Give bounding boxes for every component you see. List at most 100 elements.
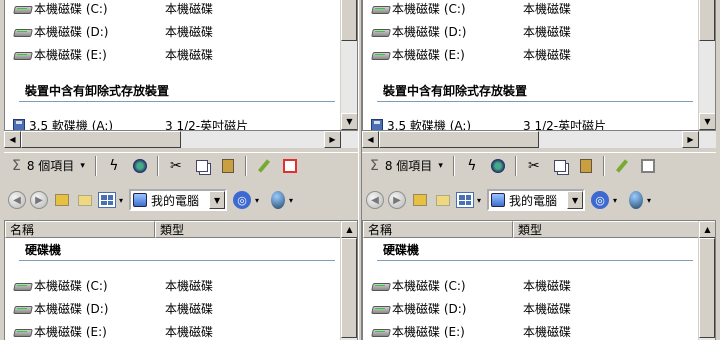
list-item[interactable]: 本機磁碟 (E:) 本機磁碟 (371, 322, 571, 340)
horizontal-scrollbar[interactable]: ◀ ▶ (362, 131, 716, 148)
hard-disk-icon (371, 326, 389, 337)
panel-icon (640, 158, 655, 173)
list-item[interactable]: 本機磁碟 (D:) 本機磁碟 (371, 22, 571, 40)
vertical-scrollbar[interactable]: ▼ (698, 0, 715, 130)
scroll-left-button[interactable]: ◀ (362, 131, 379, 148)
go-button[interactable]: ◎ (591, 191, 610, 209)
scroll-up-button[interactable]: ▲ (341, 221, 357, 238)
panel-toggle-button[interactable] (279, 155, 301, 177)
left-arrow-icon: ◀ (9, 135, 16, 144)
list-item[interactable]: 本機磁碟 (D:) 本機磁碟 (371, 299, 571, 317)
list-item[interactable]: 3.5 軟碟機 (A:) 3 1/2-英吋磁片 (13, 116, 248, 130)
item-count-button[interactable]: Σ 8 個項目 ▾ (364, 155, 449, 177)
chevron-down-icon[interactable]: ▾ (477, 196, 481, 205)
horizontal-scrollbar[interactable]: ◀ ▶ (4, 131, 358, 148)
address-dropdown-button[interactable]: ▼ (209, 191, 226, 209)
go-icon: ◎ (595, 193, 605, 207)
list-item[interactable]: 本機磁碟 (C:) 本機磁碟 (13, 276, 213, 294)
list-item[interactable]: 3.5 軟碟機 (A:) 3 1/2-英吋磁片 (371, 116, 606, 130)
back-arrow-icon: ◀ (13, 194, 21, 206)
scroll-down-button[interactable]: ▼ (699, 113, 715, 130)
floppy-drive-icon (13, 119, 25, 130)
scrollbar-thumb[interactable] (379, 131, 539, 148)
copy-button[interactable] (549, 155, 571, 177)
column-type[interactable]: 類型 (155, 221, 341, 238)
chevron-down-icon[interactable]: ▾ (647, 196, 651, 205)
explorer-pane-left: 本機磁碟 (C:) 本機磁碟 本機磁碟 (D:) 本機磁碟 本機磁碟 (E:) … (4, 0, 358, 340)
list-item[interactable]: 本機磁碟 (E:) 本機磁碟 (371, 45, 571, 63)
scroll-right-button[interactable]: ▶ (324, 131, 341, 148)
rename-button[interactable] (253, 155, 275, 177)
forward-button[interactable]: ▶ (388, 191, 406, 209)
list-item[interactable]: 本機磁碟 (D:) 本機磁碟 (13, 299, 213, 317)
back-button[interactable]: ◀ (8, 191, 26, 209)
scroll-left-button[interactable]: ◀ (4, 131, 21, 148)
scrollbar-thumb[interactable] (699, 0, 715, 41)
drive-list-bottom: 名稱 類型 硬碟機 本機磁碟 (C:) 本機磁碟 本機磁碟 (D:) 本機磁碟 … (4, 220, 358, 340)
column-type[interactable]: 類型 (513, 221, 699, 238)
go-button[interactable]: ◎ (233, 191, 252, 209)
group-heading-hard-disks: 硬碟機 (383, 243, 420, 257)
list-item[interactable]: 本機磁碟 (C:) 本機磁碟 (13, 0, 213, 17)
cut-button[interactable]: ✂ (165, 155, 187, 177)
hard-disk-icon (13, 303, 31, 314)
cut-button[interactable]: ✂ (523, 155, 545, 177)
scrollbar-thumb[interactable] (341, 0, 357, 41)
views-button[interactable] (98, 192, 116, 208)
forward-arrow-icon: ▶ (393, 194, 401, 206)
address-combo[interactable]: 我的電腦 ▼ (129, 189, 228, 211)
chevron-down-icon[interactable]: ▾ (255, 196, 259, 205)
sigma-icon: Σ (370, 157, 379, 174)
scroll-down-button[interactable]: ▼ (341, 113, 357, 130)
hard-disk-icon (13, 49, 31, 60)
list-item[interactable]: 本機磁碟 (D:) 本機磁碟 (13, 22, 213, 40)
address-combo[interactable]: 我的電腦 ▼ (487, 189, 586, 211)
list-item[interactable]: 本機磁碟 (C:) 本機磁碟 (371, 276, 571, 294)
scrollbar-thumb[interactable] (699, 238, 715, 338)
list-item[interactable]: 本機磁碟 (E:) 本機磁碟 (13, 322, 213, 340)
folders-button[interactable] (75, 190, 95, 210)
chevron-down-icon[interactable]: ▾ (289, 196, 293, 205)
back-button[interactable]: ◀ (366, 191, 384, 209)
chevron-down-icon: ▼ (571, 195, 579, 205)
down-arrow-icon: ▼ (704, 117, 711, 126)
properties-button[interactable] (487, 155, 509, 177)
scrollbar-thumb[interactable] (21, 131, 181, 148)
group-heading-hard-disks: 硬碟機 (25, 243, 62, 257)
vertical-scrollbar[interactable]: ▼ (340, 0, 357, 130)
paste-button[interactable] (575, 155, 597, 177)
copy-button[interactable] (191, 155, 213, 177)
scrollbar-thumb[interactable] (341, 238, 357, 338)
vertical-scrollbar[interactable]: ▲ (340, 221, 357, 340)
address-dropdown-button[interactable]: ▼ (567, 191, 584, 209)
forward-button[interactable]: ▶ (30, 191, 48, 209)
hard-disk-icon (13, 3, 31, 14)
folder-up-icon (413, 194, 427, 206)
properties-icon (132, 158, 147, 173)
user-icon[interactable] (271, 191, 286, 209)
chevron-down-icon[interactable]: ▾ (613, 196, 617, 205)
right-arrow-icon: ▶ (687, 135, 694, 144)
go-icon: ◎ (237, 193, 247, 207)
refresh-button[interactable]: ϟ (103, 155, 125, 177)
folders-button[interactable] (433, 190, 453, 210)
list-item[interactable]: 本機磁碟 (C:) 本機磁碟 (371, 0, 571, 17)
up-folder-button[interactable] (410, 190, 430, 210)
column-name[interactable]: 名稱 (363, 221, 513, 238)
panel-toggle-button[interactable] (637, 155, 659, 177)
rename-button[interactable] (611, 155, 633, 177)
views-button[interactable] (456, 192, 474, 208)
refresh-button[interactable]: ϟ (461, 155, 483, 177)
properties-button[interactable] (129, 155, 151, 177)
item-count-button[interactable]: Σ 8 個項目 ▾ (6, 155, 91, 177)
column-name[interactable]: 名稱 (5, 221, 155, 238)
floppy-drive-icon (371, 119, 383, 130)
chevron-down-icon[interactable]: ▾ (119, 196, 123, 205)
scroll-up-button[interactable]: ▲ (699, 221, 715, 238)
paste-button[interactable] (217, 155, 239, 177)
scroll-right-button[interactable]: ▶ (682, 131, 699, 148)
vertical-scrollbar[interactable]: ▲ (698, 221, 715, 340)
up-folder-button[interactable] (52, 190, 72, 210)
list-item[interactable]: 本機磁碟 (E:) 本機磁碟 (13, 45, 213, 63)
user-icon[interactable] (629, 191, 644, 209)
